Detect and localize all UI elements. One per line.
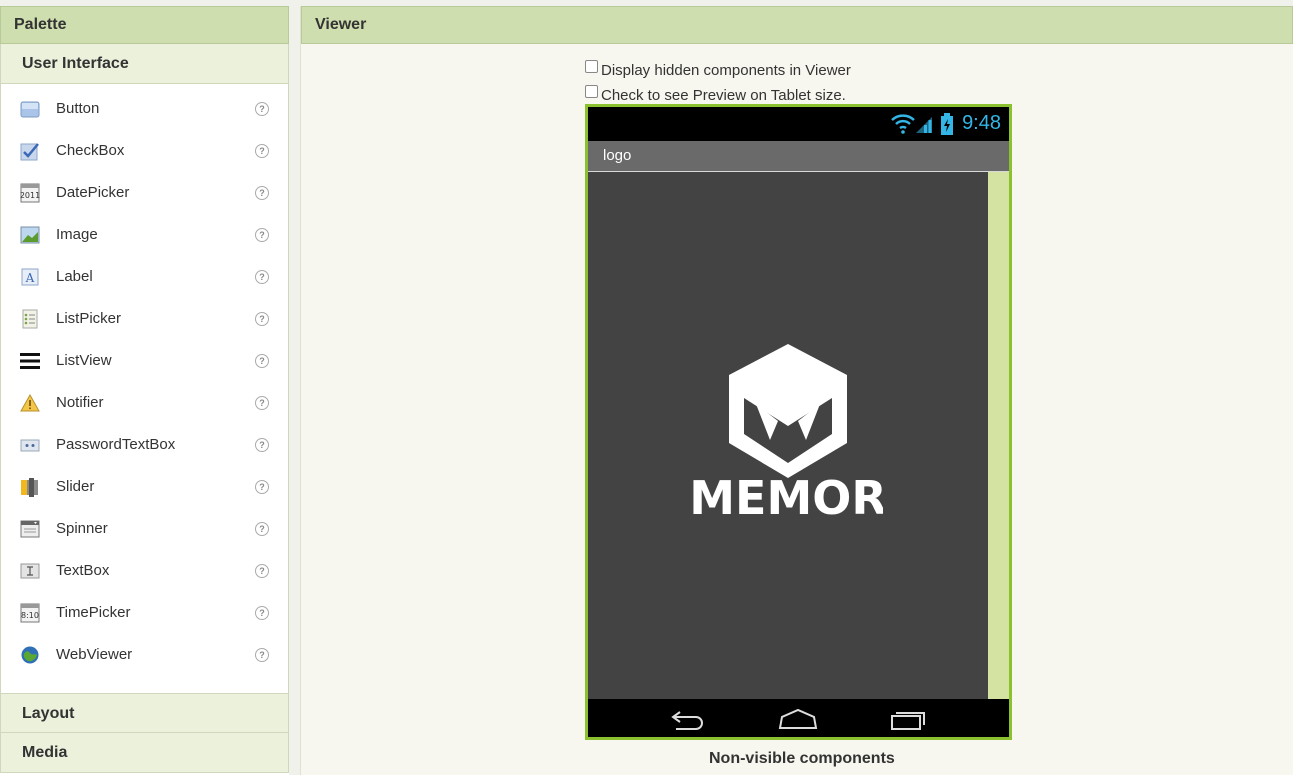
tablet-preview-label: Check to see Preview on Tablet size. xyxy=(601,87,846,104)
section-layout[interactable]: Layout xyxy=(0,693,289,733)
label-icon: A xyxy=(21,268,39,286)
palette-item-label: Notifier xyxy=(56,394,104,411)
tablet-preview-option[interactable]: Check to see Preview on Tablet size. xyxy=(585,85,846,104)
palette-item-label: Slider xyxy=(56,478,95,495)
datepicker-icon: 2011 xyxy=(20,183,40,203)
slider-icon xyxy=(21,478,38,497)
palette-item-label: Label xyxy=(56,268,93,285)
help-icon[interactable]: ? xyxy=(255,564,269,578)
screen-scrollbar[interactable] xyxy=(988,172,1009,699)
component-list: Button ? CheckBox ? 2011 DatePicker ? Im… xyxy=(0,84,289,693)
listview-icon xyxy=(20,353,40,369)
svg-text:8:10: 8:10 xyxy=(21,611,39,620)
palette-header: Palette xyxy=(0,6,289,44)
palette-item-spinner[interactable]: Spinner ? xyxy=(1,508,288,550)
section-media[interactable]: Media xyxy=(0,733,289,773)
help-icon[interactable]: ? xyxy=(255,438,269,452)
button-icon xyxy=(20,101,40,118)
palette-item-passwordtextbox[interactable]: PasswordTextBox ? xyxy=(1,424,288,466)
palette-item-label: TimePicker xyxy=(56,604,131,621)
logo-text: MEMOR xyxy=(693,471,883,522)
palette-item-label: ListView xyxy=(56,352,112,369)
palette-item-label: Spinner xyxy=(56,520,108,537)
recent-apps-icon[interactable] xyxy=(890,707,928,731)
section-user-interface[interactable]: User Interface xyxy=(0,44,289,84)
help-icon[interactable]: ? xyxy=(255,354,269,368)
spinner-icon xyxy=(20,520,40,538)
palette-item-checkbox[interactable]: CheckBox ? xyxy=(1,130,288,172)
back-icon[interactable] xyxy=(670,708,706,730)
palette-item-datepicker[interactable]: 2011 DatePicker ? xyxy=(1,172,288,214)
status-bar: 9:48 xyxy=(588,107,1009,141)
phone-preview: 9:48 logo MEMOR xyxy=(585,104,1012,740)
palette-item-label: PasswordTextBox xyxy=(56,436,176,453)
palette-item-label: TextBox xyxy=(56,562,110,579)
palette-item-label: WebViewer xyxy=(56,646,133,663)
palette-item-label: ListPicker xyxy=(56,310,122,327)
hidden-components-option[interactable]: Display hidden components in Viewer xyxy=(585,60,851,79)
palette-item-label: CheckBox xyxy=(56,142,125,159)
viewer-panel: Viewer Display hidden components in View… xyxy=(300,6,1293,775)
help-icon[interactable]: ? xyxy=(255,270,269,284)
navigation-bar xyxy=(588,699,1009,737)
wifi-icon xyxy=(891,114,915,134)
palette-item-button[interactable]: Button ? xyxy=(1,88,288,130)
svg-text:A: A xyxy=(25,271,35,285)
image-icon xyxy=(20,226,40,244)
palette-item-textbox[interactable]: TextBox ? xyxy=(1,550,288,592)
hidden-components-checkbox[interactable] xyxy=(585,60,598,73)
battery-icon xyxy=(941,113,953,135)
palette-panel: Palette User Interface Button ? CheckBox… xyxy=(0,6,289,775)
passwordtextbox-icon xyxy=(20,439,40,452)
help-icon[interactable]: ? xyxy=(255,606,269,620)
screen-title: logo xyxy=(603,147,632,164)
home-icon[interactable] xyxy=(778,708,818,730)
palette-item-timepicker[interactable]: 8:10 TimePicker ? xyxy=(1,592,288,634)
status-time: 9:48 xyxy=(962,112,1001,134)
notifier-icon xyxy=(20,393,40,412)
palette-item-webviewer[interactable]: WebViewer ? xyxy=(1,634,288,676)
phone-screen: MEMOR xyxy=(588,172,988,699)
palette-item-slider[interactable]: Slider ? xyxy=(1,466,288,508)
palette-item-listpicker[interactable]: ListPicker ? xyxy=(1,298,288,340)
non-visible-components-label: Non-visible components xyxy=(709,750,895,767)
help-icon[interactable]: ? xyxy=(255,102,269,116)
palette-item-label: DatePicker xyxy=(56,184,130,201)
palette-item-notifier[interactable]: Notifier ? xyxy=(1,382,288,424)
help-icon[interactable]: ? xyxy=(255,480,269,494)
timepicker-icon: 8:10 xyxy=(20,603,40,623)
hidden-components-label: Display hidden components in Viewer xyxy=(601,62,851,79)
viewer-header: Viewer xyxy=(301,6,1293,44)
palette-item-label: Button xyxy=(56,100,100,117)
help-icon[interactable]: ? xyxy=(255,144,269,158)
palette-item-label-component[interactable]: A Label ? xyxy=(1,256,288,298)
checkbox-icon xyxy=(20,143,39,161)
help-icon[interactable]: ? xyxy=(255,648,269,662)
palette-item-label: Image xyxy=(56,226,98,243)
memor-logo[interactable]: MEMOR xyxy=(693,342,883,522)
help-icon[interactable]: ? xyxy=(255,228,269,242)
help-icon[interactable]: ? xyxy=(255,312,269,326)
help-icon[interactable]: ? xyxy=(255,396,269,410)
signal-icon xyxy=(916,117,932,133)
textbox-icon xyxy=(20,563,40,579)
tablet-preview-checkbox[interactable] xyxy=(585,85,598,98)
help-icon[interactable]: ? xyxy=(255,186,269,200)
help-icon[interactable]: ? xyxy=(255,522,269,536)
listpicker-icon xyxy=(22,309,38,329)
palette-item-listview[interactable]: ListView ? xyxy=(1,340,288,382)
screen-titlebar: logo xyxy=(588,141,1009,172)
svg-text:2011: 2011 xyxy=(20,191,40,200)
palette-item-image[interactable]: Image ? xyxy=(1,214,288,256)
webviewer-icon xyxy=(21,646,39,664)
